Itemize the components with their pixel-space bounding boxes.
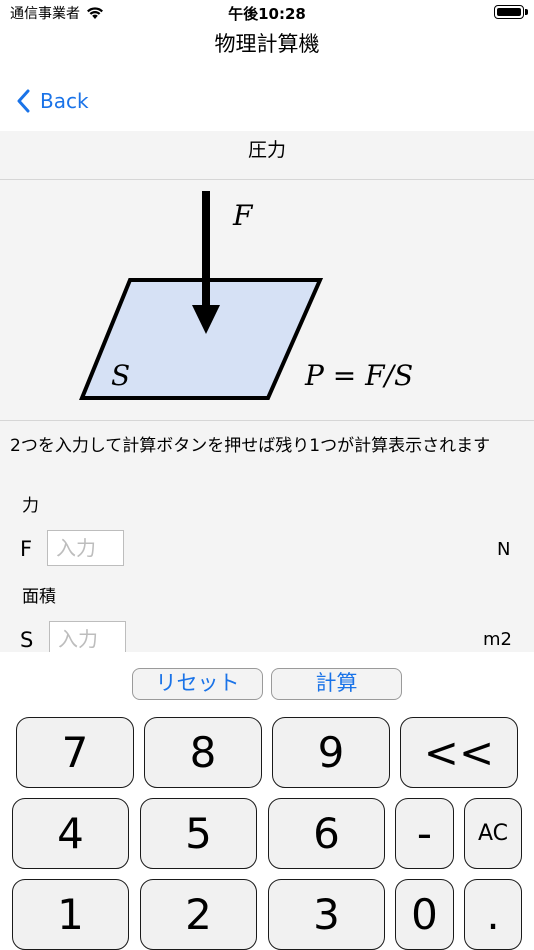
calculate-button[interactable]: 計算 [271, 668, 402, 700]
area-unit: m2 [483, 629, 512, 650]
key-1[interactable]: 1 [12, 879, 129, 950]
force-caption: 力 [22, 496, 39, 516]
area-symbol: S [20, 628, 34, 652]
instruction-text: 2つを入力して計算ボタンを押せば残り1つが計算表示されます [10, 436, 491, 456]
back-label: Back [40, 89, 89, 113]
decimal-key[interactable]: . [464, 879, 522, 950]
key-6[interactable]: 6 [268, 798, 385, 869]
minus-key[interactable]: - [395, 798, 454, 869]
area-input[interactable] [49, 621, 126, 652]
divider [0, 420, 534, 421]
key-0[interactable]: 0 [395, 879, 454, 950]
back-button[interactable]: Back [16, 89, 89, 113]
all-clear-key[interactable]: AC [464, 798, 522, 869]
chevron-left-icon [17, 89, 30, 113]
calculator-content: 圧力 F S P = F/S 2つを入力して計算ボタンを押せば残り1つが計算表示… [0, 131, 534, 652]
key-7[interactable]: 7 [16, 717, 134, 788]
area-label: S [111, 359, 130, 392]
section-title: 圧力 [247, 139, 286, 161]
key-9[interactable]: 9 [272, 717, 390, 788]
force-symbol: F [20, 537, 33, 561]
key-5[interactable]: 5 [140, 798, 257, 869]
area-caption: 面積 [22, 587, 56, 607]
battery-icon [494, 5, 528, 19]
force-label: F [232, 199, 254, 232]
formula: P = F/S [304, 359, 413, 392]
force-unit: N [497, 539, 511, 560]
key-4[interactable]: 4 [12, 798, 129, 869]
app-title: 物理計算機 [214, 32, 320, 56]
key-3[interactable]: 3 [268, 879, 385, 950]
reset-button[interactable]: リセット [132, 668, 263, 700]
force-input[interactable] [47, 530, 124, 566]
keypad-panel: リセット 計算 7 8 9 << 4 5 6 - AC 1 2 3 0 . [0, 652, 534, 950]
backspace-key[interactable]: << [400, 717, 518, 788]
status-time: 午後10:28 [228, 5, 306, 23]
pressure-diagram: F S P = F/S [79, 191, 413, 400]
key-8[interactable]: 8 [144, 717, 262, 788]
key-2[interactable]: 2 [140, 879, 257, 950]
